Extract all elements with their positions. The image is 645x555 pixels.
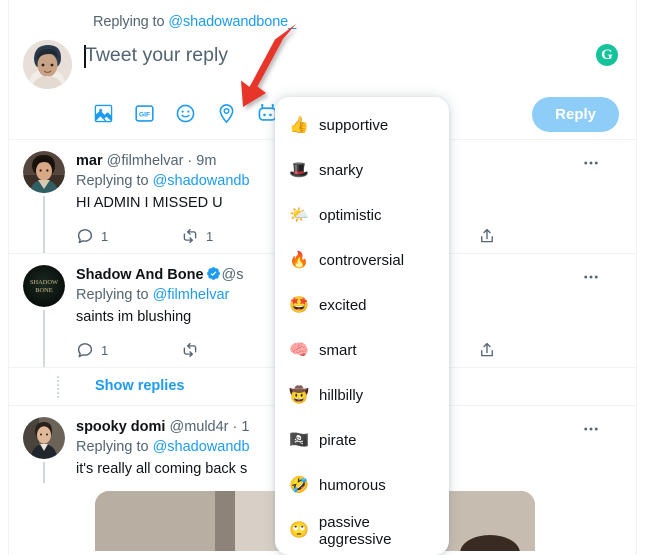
show-replies-link[interactable]: Show replies [95,378,184,394]
media-icon[interactable] [93,103,114,124]
thread-connector [43,196,45,253]
thread-connector [43,310,45,367]
tweet-replying-prefix: Replying to [76,439,153,455]
location-icon[interactable] [216,103,237,124]
menu-item-label: pirate [319,432,357,449]
composer-row: Tweet your reply [23,40,622,89]
tweet-timestamp[interactable]: 1 [241,419,249,435]
more-options-icon[interactable] [582,420,600,438]
reply-count: 1 [101,342,109,358]
tweet-separator: · [183,153,197,169]
tweet-author-handle[interactable]: @muld4r [169,419,228,435]
tweet-author-handle[interactable]: @filmhelvar [107,153,184,169]
top-hat-icon: 🎩 [289,161,309,179]
tweet-replying-prefix: Replying to [76,173,153,189]
pirate-flag-icon: 🏴‍☠️ [289,431,309,449]
grammarly-icon[interactable]: G [596,44,618,66]
menu-item-snarky[interactable]: 🎩 snarky [275,148,449,193]
reply-count: 1 [101,228,109,244]
retweet-action[interactable] [181,341,286,359]
brain-icon: 🧠 [289,341,309,359]
more-options-icon[interactable] [582,268,600,286]
twitter-reply-thread: Replying to @shadowandbone_ Tweet your r… [8,0,637,555]
menu-item-humorous[interactable]: 🤣 humorous [275,463,449,508]
composer-replying-to: Replying to @shadowandbone_ [93,14,622,30]
menu-item-optimistic[interactable]: 🌤️ optimistic [275,193,449,238]
fire-icon: 🔥 [289,251,309,269]
composer-replying-to-prefix: Replying to [93,14,169,30]
tweet-separator: · [228,419,242,435]
composer-replying-to-handle[interactable]: @shadowandbone_ [168,14,296,30]
comment-icon [76,341,94,359]
menu-item-label: passive aggressive [318,513,392,548]
thread-connector-dotted [57,376,59,398]
face-with-rolling-eyes-icon: 🙄 [289,521,309,539]
menu-item-hillbilly[interactable]: 🤠 hillbilly [275,373,449,418]
tweet-timestamp[interactable]: 9m [196,153,216,169]
menu-item-supportive[interactable]: 👍 supportive [275,103,449,148]
tweet-replying-handle[interactable]: @shadowandb [153,439,250,455]
svg-text:GIF: GIF [139,112,150,119]
menu-item-excited[interactable]: 🤩 excited [275,283,449,328]
svg-text:SHADOW: SHADOW [30,279,59,286]
retweet-count: 1 [206,228,214,244]
share-action[interactable] [478,227,503,245]
retweet-icon [181,341,199,359]
menu-item-label: humorous [319,477,386,494]
avatar[interactable] [23,417,65,459]
thumbs-up-icon: 👍 [289,116,309,134]
avatar[interactable]: SHADOW BONE [23,265,65,307]
tweet-author-handle[interactable]: @s [222,267,244,283]
retweet-action[interactable]: 1 [181,227,286,245]
comment-icon [76,227,94,245]
tweet-replying-handle[interactable]: @shadowandb [153,173,250,189]
menu-item-label: excited [319,297,367,314]
menu-item-passive-aggressive[interactable]: 🙄 passive aggressive [275,508,449,553]
thread-connector [43,462,45,483]
reply-button[interactable]: Reply [532,97,619,132]
verified-badge-icon [206,266,221,281]
sun-behind-cloud-icon: 🌤️ [289,206,309,224]
star-struck-icon: 🤩 [289,296,309,314]
share-action[interactable] [478,341,503,359]
tweet-author-name[interactable]: Shadow And Bone [76,267,204,283]
share-icon [478,341,496,359]
reply-action[interactable]: 1 [76,341,181,359]
menu-item-smart[interactable]: 🧠 smart [275,328,449,373]
rolling-on-floor-laughing-icon: 🤣 [289,476,309,494]
gif-icon[interactable]: GIF [134,103,155,124]
avatar[interactable] [23,151,65,193]
menu-item-label: hillbilly [319,387,364,404]
menu-item-pirate[interactable]: 🏴‍☠️ pirate [275,418,449,463]
tweet-author-name[interactable]: mar [76,153,103,169]
cowboy-hat-face-icon: 🤠 [289,386,309,404]
share-icon [478,227,496,245]
menu-item-label: smart [319,342,357,359]
composer-avatar[interactable] [23,40,72,89]
retweet-icon [181,227,199,245]
composer-input-wrap[interactable]: Tweet your reply [72,40,622,68]
emoji-icon[interactable] [175,103,196,124]
menu-item-label: supportive [319,117,389,134]
tweet-author-name[interactable]: spooky domi [76,419,165,435]
composer-toolbar: GIF [93,103,278,124]
tone-dropdown-menu[interactable]: 👍 supportive 🎩 snarky 🌤️ optimistic 🔥 co… [275,97,449,555]
tweet-replying-handle[interactable]: @filmhelvar [153,287,230,303]
tweet-replying-prefix: Replying to [76,287,153,303]
menu-item-label: controversial [319,252,405,269]
menu-item-controversial[interactable]: 🔥 controversial [275,238,449,283]
menu-item-label: optimistic [319,207,382,224]
reply-text-input[interactable]: Tweet your reply [85,44,228,67]
menu-item-label: snarky [319,162,364,179]
more-options-icon[interactable] [582,154,600,172]
reply-action[interactable]: 1 [76,227,181,245]
svg-text:BONE: BONE [35,287,52,294]
